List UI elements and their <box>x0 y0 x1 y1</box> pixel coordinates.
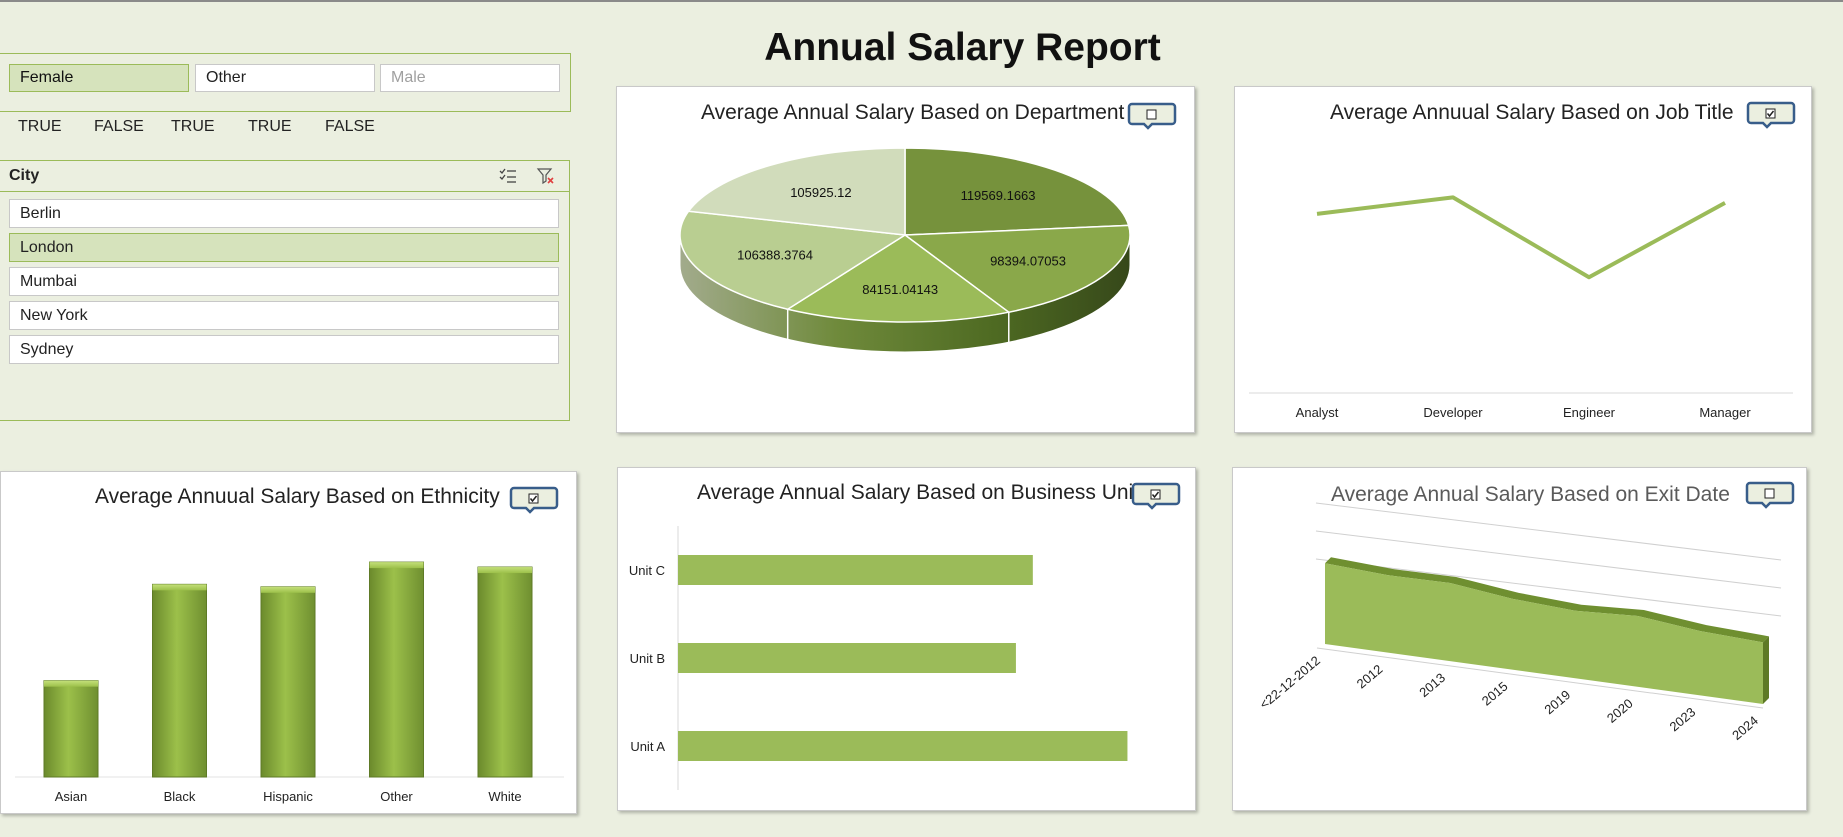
x-tick-label: 2019 <box>1541 687 1573 717</box>
exit-date-area-chart: <22-12-2012 2012 2013 2015 2019 2020 2023 2024 <box>1257 502 1782 743</box>
city-item-new-york[interactable]: New York <box>9 301 559 330</box>
x-tick-label: 2020 <box>1604 696 1636 726</box>
flag-cell: FALSE <box>94 118 144 135</box>
x-tick-label: 2024 <box>1729 713 1761 743</box>
bar-top <box>369 562 424 569</box>
flag-cell: FALSE <box>325 118 375 135</box>
exit-date-chart-panel[interactable]: Average Annual Salary Based on Exit Date… <box>1232 467 1807 811</box>
gender-slicer: Female Other Male <box>0 53 571 112</box>
y-tick-label: Unit B <box>630 651 665 666</box>
bar-top <box>44 680 98 687</box>
bar <box>152 583 207 778</box>
x-tick-label: Other <box>380 789 413 804</box>
business-unit-bar-chart: Unit C Unit B Unit A <box>629 526 1128 790</box>
area-face <box>1325 563 1763 704</box>
ethnicity-bar-chart: Asian Black Hispanic Other White <box>15 561 564 804</box>
pie-data-label: 105925.12 <box>790 185 851 200</box>
city-slicer-header: City <box>9 167 40 184</box>
city-slicer-divider <box>0 191 569 192</box>
city-item-london[interactable]: London <box>9 233 559 262</box>
department-chart-panel[interactable]: Average Annual Salary Based on Departmen… <box>616 86 1195 433</box>
x-tick-label: Developer <box>1423 405 1483 420</box>
multi-select-icon[interactable] <box>498 166 518 186</box>
city-item-berlin[interactable]: Berlin <box>9 199 559 228</box>
flag-cell: TRUE <box>248 118 292 135</box>
gender-button-female[interactable]: Female <box>9 64 189 92</box>
y-tick-label: Unit C <box>629 563 665 578</box>
series-line <box>1316 195 1726 280</box>
job-title-chart-panel[interactable]: Average Annuual Salary Based on Job Titl… <box>1234 86 1812 433</box>
business-unit-chart-panel[interactable]: Average Annual Salary Based on Business … <box>617 467 1196 811</box>
pie-data-label: 98394.07053 <box>990 253 1066 268</box>
bar-top <box>478 567 532 574</box>
city-item-mumbai[interactable]: Mumbai <box>9 267 559 296</box>
x-tick-label: 2023 <box>1667 704 1699 734</box>
clear-filter-icon[interactable] <box>536 166 556 186</box>
job-title-line-chart: Analyst Developer Engineer Manager <box>1249 195 1793 420</box>
bar-top <box>152 584 207 591</box>
bar-top <box>261 586 315 593</box>
x-tick-label: 2015 <box>1479 679 1511 709</box>
x-tick-label: Analyst <box>1296 405 1339 420</box>
x-tick-label: White <box>488 789 521 804</box>
bar <box>369 561 424 778</box>
bar <box>678 555 1033 585</box>
city-item-sydney[interactable]: Sydney <box>9 335 559 364</box>
area-side <box>1763 636 1769 704</box>
pie-data-label: 84151.04143 <box>862 282 938 297</box>
bar <box>43 680 99 778</box>
gender-button-male[interactable]: Male <box>380 64 560 92</box>
bar <box>678 643 1016 673</box>
bar <box>678 731 1128 761</box>
bar <box>260 586 316 778</box>
x-tick-label: 2013 <box>1416 670 1448 700</box>
x-tick-label: Asian <box>55 789 88 804</box>
gender-button-other[interactable]: Other <box>195 64 375 92</box>
x-tick-label: <22-12-2012 <box>1257 653 1323 712</box>
y-tick-label: Unit A <box>630 739 665 754</box>
gridline <box>1315 502 1782 561</box>
x-tick-label: Manager <box>1699 405 1751 420</box>
ethnicity-chart-panel[interactable]: Average Annuual Salary Based on Ethnicit… <box>0 471 577 814</box>
flag-cell: TRUE <box>18 118 62 135</box>
pie-data-label: 119569.1663 <box>961 188 1036 203</box>
x-tick-label: Engineer <box>1563 405 1616 420</box>
x-tick-label: Hispanic <box>263 789 313 804</box>
pie-data-label: 106388.3764 <box>737 248 813 263</box>
department-pie-chart: 119569.1663 98394.07053 84151.04143 106388.… <box>679 147 1131 353</box>
bar <box>477 566 533 778</box>
x-tick-label: 2012 <box>1354 661 1386 691</box>
window-top-border <box>0 0 1843 2</box>
flag-cell: TRUE <box>171 118 215 135</box>
x-tick-label: Black <box>164 789 196 804</box>
